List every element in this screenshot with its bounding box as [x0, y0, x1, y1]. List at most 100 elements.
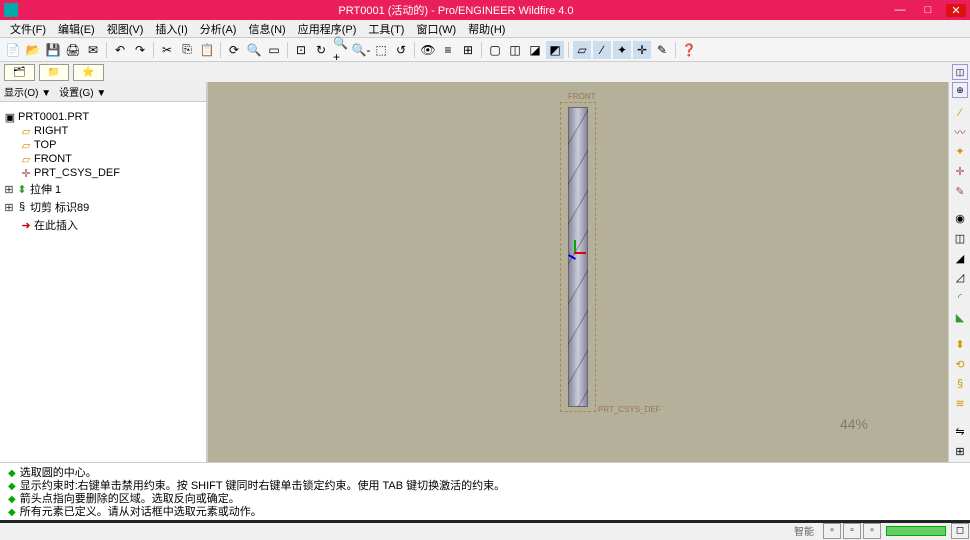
status-stop-button[interactable]: ◻: [951, 523, 969, 539]
blend-icon[interactable]: ≋: [951, 395, 969, 413]
tree-icon-tab[interactable]: 🗂: [4, 64, 35, 81]
tree-plane-front[interactable]: ▱ FRONT: [4, 152, 202, 166]
expand-icon[interactable]: ⊞: [4, 183, 14, 196]
tree-plane-top[interactable]: ▱ TOP: [4, 138, 202, 152]
message-text: 选取圆的中心。: [20, 467, 97, 480]
menu-insert[interactable]: 插入(I): [149, 21, 193, 37]
menu-app[interactable]: 应用程序(P): [292, 21, 363, 37]
menu-edit[interactable]: 编辑(E): [52, 21, 101, 37]
menu-file[interactable]: 文件(F): [4, 21, 52, 37]
sweep-icon[interactable]: §: [951, 375, 969, 393]
shade-icon[interactable]: ◩: [546, 41, 564, 59]
repaint-icon[interactable]: ↺: [392, 41, 410, 59]
datum-point-toggle-icon[interactable]: ✦: [613, 41, 631, 59]
search-icon[interactable]: 🔍: [245, 41, 263, 59]
annotation-toggle-icon[interactable]: ✎: [653, 41, 671, 59]
tree-extrude[interactable]: ⊞ ⬍ 拉伸 1: [4, 180, 202, 198]
view-manager-icon[interactable]: ⊞: [459, 41, 477, 59]
rib-icon[interactable]: ◢: [951, 249, 969, 267]
minimize-button[interactable]: —: [890, 4, 910, 17]
tree-root[interactable]: ▣ PRT0001.PRT: [4, 110, 202, 124]
separator: [414, 42, 415, 58]
datum-csys-toggle-icon[interactable]: ✛: [633, 41, 651, 59]
menu-tools[interactable]: 工具(T): [362, 21, 410, 37]
datum-point-icon[interactable]: ✦: [951, 143, 969, 161]
expand-icon[interactable]: ⊞: [4, 201, 14, 214]
nohidden-icon[interactable]: ◪: [526, 41, 544, 59]
revolve-icon[interactable]: ⟲: [951, 356, 969, 374]
save-icon[interactable]: 💾: [44, 41, 62, 59]
tree-label: TOP: [34, 139, 56, 151]
redo-icon[interactable]: ↷: [131, 41, 149, 59]
menu-window[interactable]: 窗口(W): [410, 21, 462, 37]
tree-csys[interactable]: ✛ PRT_CSYS_DEF: [4, 166, 202, 180]
message-line: ◆选取圆的中心。: [8, 467, 962, 480]
layer-icon[interactable]: ≡: [439, 41, 457, 59]
pattern-icon[interactable]: ⊞: [951, 442, 969, 460]
datum-plane-icon: ▱: [20, 139, 32, 151]
datum-plane-icon: ▱: [20, 125, 32, 137]
status-btn-1[interactable]: ▫: [823, 523, 841, 539]
status-btn-2[interactable]: ▫: [843, 523, 861, 539]
tree-plane-right[interactable]: ▱ RIGHT: [4, 124, 202, 138]
help-icon[interactable]: ❓: [680, 41, 698, 59]
status-btn-3[interactable]: ▫: [863, 523, 881, 539]
cut-icon[interactable]: ✂: [158, 41, 176, 59]
round-icon[interactable]: ◜: [951, 289, 969, 307]
tree-label: FRONT: [34, 153, 72, 165]
wireframe-icon[interactable]: ▢: [486, 41, 504, 59]
select-icon[interactable]: ▭: [265, 41, 283, 59]
datum-axis-icon[interactable]: ∕: [951, 104, 969, 122]
datum-csys-icon[interactable]: ✛: [951, 163, 969, 181]
separator: [287, 42, 288, 58]
bullet-icon: ◆: [8, 480, 16, 493]
mirror-icon[interactable]: ⇋: [951, 423, 969, 441]
tree-sweep[interactable]: ⊞ § 切剪 标识89: [4, 198, 202, 216]
new-icon[interactable]: 📄: [4, 41, 22, 59]
zoom-out-icon[interactable]: 🔍-: [352, 41, 370, 59]
undo-icon[interactable]: ↶: [111, 41, 129, 59]
hidden-icon[interactable]: ◫: [506, 41, 524, 59]
datum-curve-icon[interactable]: 〰: [951, 123, 969, 141]
print-icon[interactable]: 🖨: [64, 41, 82, 59]
window-title: PRT0001 (活动的) - Pro/ENGINEER Wildfire 4.…: [22, 2, 890, 18]
star-tab[interactable]: ⭐: [73, 64, 103, 81]
close-button[interactable]: ✕: [946, 4, 966, 17]
progress-bar: [886, 526, 946, 536]
menu-analysis[interactable]: 分析(A): [194, 21, 243, 37]
paste-icon[interactable]: 📋: [198, 41, 216, 59]
ext-tool-1[interactable]: ◫: [952, 64, 968, 80]
tree-insert-here[interactable]: ➜ 在此插入: [4, 216, 202, 234]
menu-view[interactable]: 视图(V): [101, 21, 150, 37]
spin-icon[interactable]: ↻: [312, 41, 330, 59]
open-icon[interactable]: 📂: [24, 41, 42, 59]
chamfer-icon[interactable]: ◣: [951, 308, 969, 326]
tree-show-dropdown[interactable]: 显示(O) ▼: [4, 84, 51, 99]
menu-info[interactable]: 信息(N): [242, 21, 291, 37]
view-saved-icon[interactable]: 👁: [419, 41, 437, 59]
zoom-fit-icon[interactable]: ⬚: [372, 41, 390, 59]
folder-tab[interactable]: 📁: [39, 64, 69, 81]
shell-icon[interactable]: ◫: [951, 230, 969, 248]
menu-help[interactable]: 帮助(H): [462, 21, 511, 37]
draft-icon[interactable]: ◿: [951, 269, 969, 287]
message-text: 显示约束时:右键单击禁用约束。按 SHIFT 键同时右键单击锁定约束。使用 TA…: [20, 480, 505, 493]
copy-icon[interactable]: ⎘: [178, 41, 196, 59]
maximize-button[interactable]: □: [918, 4, 938, 17]
regen-icon[interactable]: ⟳: [225, 41, 243, 59]
extrude-icon[interactable]: ⬍: [951, 336, 969, 354]
tree-settings-dropdown[interactable]: 设置(G) ▼: [59, 84, 106, 99]
zoom-in-icon[interactable]: 🔍+: [332, 41, 350, 59]
mail-icon[interactable]: ✉: [84, 41, 102, 59]
datum-label-csys: PRT_CSYS_DEF: [598, 405, 661, 414]
datum-plane-toggle-icon[interactable]: ▱: [573, 41, 591, 59]
extrude-icon: ⬍: [16, 183, 28, 195]
status-filter-label[interactable]: 智能: [786, 523, 822, 538]
datum-axis-toggle-icon[interactable]: ∕: [593, 41, 611, 59]
ext-tool-2[interactable]: ⊕: [952, 82, 968, 98]
model-tree: 显示(O) ▼ 设置(G) ▼ ▣ PRT0001.PRT ▱ RIGHT ▱ …: [0, 82, 208, 462]
hole-icon[interactable]: ◉: [951, 210, 969, 228]
refit-icon[interactable]: ⊡: [292, 41, 310, 59]
sketch-icon[interactable]: ✎: [951, 182, 969, 200]
graphics-viewport[interactable]: FRONT PRT_CSYS_DEF 44%: [208, 82, 948, 462]
